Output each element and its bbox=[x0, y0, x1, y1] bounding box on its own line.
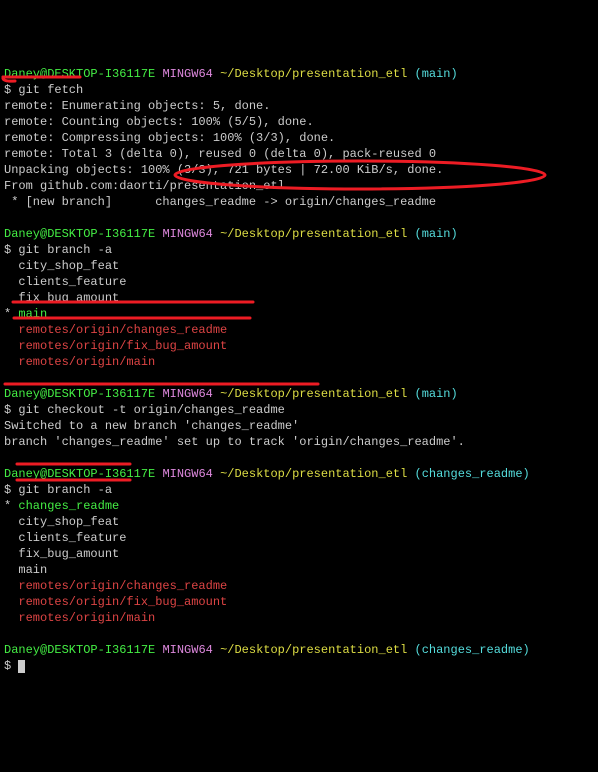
output-line: branch 'changes_readme' set up to track … bbox=[4, 435, 465, 449]
branch-remote: remotes/origin/changes_readme bbox=[4, 323, 227, 337]
cmd-git-branch: $ git branch -a bbox=[4, 243, 112, 257]
branch-current: main bbox=[18, 307, 47, 321]
branch-item: fix_bug_amount bbox=[4, 291, 119, 305]
branch-item: main bbox=[4, 563, 47, 577]
cursor-icon bbox=[18, 660, 25, 673]
prompt-sys: MINGW64 bbox=[162, 643, 212, 657]
output-line: Unpacking objects: 100% (3/3), 721 bytes… bbox=[4, 163, 443, 177]
branch-item: city_shop_feat bbox=[4, 259, 119, 273]
output-line: From github.com:daorti/presentation_etl bbox=[4, 179, 285, 193]
prompt-sys: MINGW64 bbox=[162, 67, 212, 81]
prompt-path: ~/Desktop/presentation_etl bbox=[220, 67, 407, 81]
output-line: remote: Total 3 (delta 0), reused 0 (del… bbox=[4, 147, 436, 161]
terminal[interactable]: Daney@DESKTOP-I36117E MINGW64 ~/Desktop/… bbox=[0, 48, 598, 708]
output-line: * [new branch] changes_readme -> origin/… bbox=[4, 195, 436, 209]
branch-remote: remotes/origin/changes_readme bbox=[4, 579, 227, 593]
prompt-branch: (changes_readme) bbox=[415, 643, 530, 657]
prompt-user: Daney@DESKTOP-I36117E bbox=[4, 387, 155, 401]
output-line: remote: Compressing objects: 100% (3/3),… bbox=[4, 131, 335, 145]
branch-current: changes_readme bbox=[18, 499, 119, 513]
branch-remote: remotes/origin/main bbox=[4, 355, 155, 369]
branch-remote: remotes/origin/fix_bug_amount bbox=[4, 595, 227, 609]
branch-item: clients_feature bbox=[4, 531, 126, 545]
prompt-user: Daney@DESKTOP-I36117E bbox=[4, 227, 155, 241]
prompt-user: Daney@DESKTOP-I36117E bbox=[4, 643, 155, 657]
output-line: Switched to a new branch 'changes_readme… bbox=[4, 419, 299, 433]
cmd-prompt[interactable]: $ bbox=[4, 659, 18, 673]
prompt-path: ~/Desktop/presentation_etl bbox=[220, 387, 407, 401]
cmd-git-fetch: $ git fetch bbox=[4, 83, 83, 97]
branch-item: city_shop_feat bbox=[4, 515, 119, 529]
branch-remote: remotes/origin/main bbox=[4, 611, 155, 625]
branch-current-marker: * bbox=[4, 499, 18, 513]
prompt-path: ~/Desktop/presentation_etl bbox=[220, 467, 407, 481]
prompt-user: Daney@DESKTOP-I36117E bbox=[4, 67, 155, 81]
cmd-git-checkout: $ git checkout -t origin/changes_readme bbox=[4, 403, 285, 417]
prompt-branch: (changes_readme) bbox=[415, 467, 530, 481]
prompt-branch: (main) bbox=[415, 67, 458, 81]
output-line: remote: Enumerating objects: 5, done. bbox=[4, 99, 270, 113]
prompt-sys: MINGW64 bbox=[162, 227, 212, 241]
prompt-branch: (main) bbox=[415, 227, 458, 241]
prompt-branch: (main) bbox=[415, 387, 458, 401]
branch-item: fix_bug_amount bbox=[4, 547, 119, 561]
prompt-path: ~/Desktop/presentation_etl bbox=[220, 643, 407, 657]
branch-item: clients_feature bbox=[4, 275, 126, 289]
branch-remote: remotes/origin/fix_bug_amount bbox=[4, 339, 227, 353]
branch-current-marker: * bbox=[4, 307, 18, 321]
output-line: remote: Counting objects: 100% (5/5), do… bbox=[4, 115, 314, 129]
prompt-sys: MINGW64 bbox=[162, 387, 212, 401]
prompt-user: Daney@DESKTOP-I36117E bbox=[4, 467, 155, 481]
cmd-git-branch: $ git branch -a bbox=[4, 483, 112, 497]
prompt-path: ~/Desktop/presentation_etl bbox=[220, 227, 407, 241]
prompt-sys: MINGW64 bbox=[162, 467, 212, 481]
